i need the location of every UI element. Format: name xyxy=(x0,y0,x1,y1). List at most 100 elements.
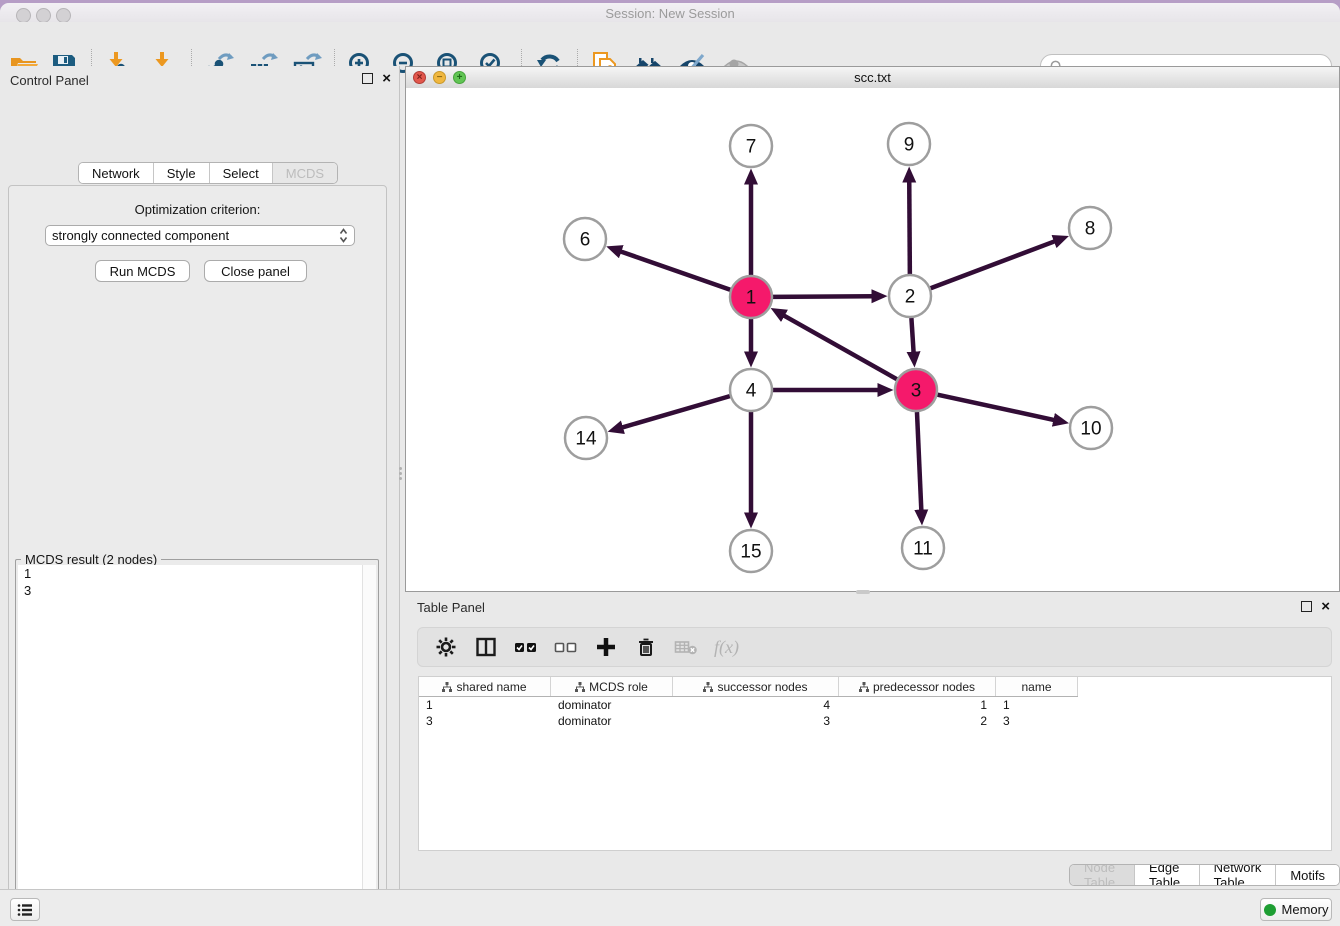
delete-column-trash-icon[interactable] xyxy=(634,635,658,659)
tab-style[interactable]: Style xyxy=(154,163,210,183)
column-header-successor-nodes[interactable]: successor nodes xyxy=(673,677,839,696)
select-stepper-icon xyxy=(339,228,348,243)
tab-motifs[interactable]: Motifs xyxy=(1276,865,1339,885)
network-window-titlebar: × − + scc.txt xyxy=(406,67,1339,89)
cell-predecessor-nodes[interactable]: 1 xyxy=(839,697,996,713)
table-row[interactable]: 1 dominator 4 1 1 xyxy=(419,697,1078,713)
graph-node-label: 2 xyxy=(905,287,916,308)
close-panel-button[interactable]: Close panel xyxy=(204,260,307,282)
graph-node-label: 6 xyxy=(580,230,591,251)
network-canvas[interactable]: 1 2 3 4 6 7 8 9 10 11 14 15 xyxy=(406,88,1339,591)
window-title: Session: New Session xyxy=(0,6,1340,21)
graph-edge-2-9[interactable] xyxy=(909,181,910,274)
graph-node-1[interactable]: 1 xyxy=(730,276,772,318)
tab-select[interactable]: Select xyxy=(210,163,273,183)
graph-node-4[interactable]: 4 xyxy=(730,369,772,411)
cell-mcds-role[interactable]: dominator xyxy=(551,713,673,729)
add-column-icon[interactable] xyxy=(594,635,618,659)
toggle-panel-icon[interactable] xyxy=(474,635,498,659)
table-toolbar: f(x) xyxy=(417,627,1332,667)
graph-node-6[interactable]: 6 xyxy=(564,218,606,260)
run-mcds-button[interactable]: Run MCDS xyxy=(95,260,190,282)
control-panel: Control Panel × Network Style Select MCD… xyxy=(0,66,400,889)
graph-edge-1-2[interactable] xyxy=(773,296,873,297)
graph-node-15[interactable]: 15 xyxy=(730,530,772,572)
cell-shared-name[interactable]: 1 xyxy=(419,697,551,713)
graph-svg: 1 2 3 4 6 7 8 9 10 11 14 15 xyxy=(406,88,1339,591)
cell-successor-nodes[interactable]: 3 xyxy=(673,713,839,729)
select-all-checkboxes-icon[interactable] xyxy=(514,635,538,659)
graph-edges xyxy=(620,181,1055,514)
column-header-predecessor-nodes[interactable]: predecessor nodes xyxy=(839,677,996,696)
tab-edge-table[interactable]: Edge Table xyxy=(1135,865,1200,885)
graph-node-8[interactable]: 8 xyxy=(1069,207,1111,249)
criterion-selected-value: strongly connected component xyxy=(52,228,339,243)
column-header-mcds-role[interactable]: MCDS role xyxy=(551,677,673,696)
graph-edge-3-1[interactable] xyxy=(783,315,897,379)
mcds-result-item: 1 xyxy=(18,565,376,582)
graph-node-11[interactable]: 11 xyxy=(902,527,944,569)
main-toolbar xyxy=(0,22,1340,66)
tab-network-table[interactable]: Network Table xyxy=(1200,865,1277,885)
table-panel-tabs: Node Table Edge Table Network Table Moti… xyxy=(1069,864,1340,886)
memory-button[interactable]: Memory xyxy=(1260,898,1332,921)
title-bar: Session: New Session xyxy=(0,3,1340,23)
criterion-select[interactable]: strongly connected component xyxy=(45,225,355,246)
graph-node-3[interactable]: 3 xyxy=(895,369,937,411)
memory-label: Memory xyxy=(1282,902,1329,917)
graph-node-label: 7 xyxy=(746,137,757,158)
mcds-result-item: 3 xyxy=(18,582,376,599)
control-panel-close-icon[interactable]: × xyxy=(382,73,391,84)
graph-node-label: 1 xyxy=(746,288,757,309)
cell-mcds-role[interactable]: dominator xyxy=(551,697,673,713)
graph-node-label: 9 xyxy=(904,135,915,156)
deselect-all-checkboxes-icon[interactable] xyxy=(554,635,578,659)
automation-panel-button[interactable] xyxy=(10,898,40,921)
node-table: shared name MCDS role successor nodes pr… xyxy=(418,676,1332,851)
graph-node-10[interactable]: 10 xyxy=(1070,407,1112,449)
mcds-result-groupbox: MCDS result (2 nodes) 1 3 xyxy=(15,559,379,926)
table-panel-title: Table Panel xyxy=(417,600,485,615)
graph-node-9[interactable]: 9 xyxy=(888,123,930,165)
table-panel: Table Panel × xyxy=(405,595,1340,889)
graph-edge-3-11[interactable] xyxy=(917,412,921,511)
graph-node-label: 10 xyxy=(1080,419,1101,440)
column-header-shared-name[interactable]: shared name xyxy=(419,677,551,696)
result-scrollbar[interactable] xyxy=(362,565,376,926)
column-header-name[interactable]: name xyxy=(996,677,1078,696)
graph-edge-3-10[interactable] xyxy=(937,395,1054,420)
tab-network[interactable]: Network xyxy=(79,163,154,183)
cell-shared-name[interactable]: 3 xyxy=(419,713,551,729)
tab-node-table[interactable]: Node Table xyxy=(1070,865,1135,885)
graph-node-14[interactable]: 14 xyxy=(565,417,607,459)
cell-predecessor-nodes[interactable]: 2 xyxy=(839,713,996,729)
cell-name[interactable]: 1 xyxy=(996,697,1078,713)
graph-edge-4-14[interactable] xyxy=(622,396,730,428)
graph-edge-2-3[interactable] xyxy=(911,318,913,353)
graph-edge-2-8[interactable] xyxy=(931,241,1056,288)
table-panel-float-icon[interactable] xyxy=(1301,601,1312,612)
optimization-criterion-label: Optimization criterion: xyxy=(9,202,386,217)
cell-successor-nodes[interactable]: 4 xyxy=(673,697,839,713)
network-table-split-handle[interactable] xyxy=(856,590,870,594)
panel-split-handle[interactable] xyxy=(397,466,403,480)
table-panel-close-icon[interactable]: × xyxy=(1321,601,1330,612)
mcds-result-list[interactable]: 1 3 xyxy=(18,565,376,926)
control-panel-title: Control Panel xyxy=(10,73,89,88)
network-window: × − + scc.txt 1 2 3 4 6 7 8 9 10 11 14 15 xyxy=(405,66,1340,592)
graph-node-7[interactable]: 7 xyxy=(730,125,772,167)
tab-mcds[interactable]: MCDS xyxy=(273,163,337,183)
graph-edge-1-6[interactable] xyxy=(620,251,730,290)
settings-gear-icon[interactable] xyxy=(434,635,458,659)
mcds-panel: Optimization criterion: strongly connect… xyxy=(8,185,387,926)
graph-node-label: 4 xyxy=(746,381,757,402)
function-builder-icon: f(x) xyxy=(714,637,739,658)
table-row[interactable]: 3 dominator 3 2 3 xyxy=(419,713,1078,729)
column-type-icon xyxy=(859,682,869,692)
graph-node-label: 3 xyxy=(911,381,922,402)
network-window-title: scc.txt xyxy=(406,70,1339,85)
control-panel-float-icon[interactable] xyxy=(362,73,373,84)
graph-node-2[interactable]: 2 xyxy=(889,275,931,317)
control-panel-tabs: Network Style Select MCDS xyxy=(78,162,338,184)
cell-name[interactable]: 3 xyxy=(996,713,1078,729)
